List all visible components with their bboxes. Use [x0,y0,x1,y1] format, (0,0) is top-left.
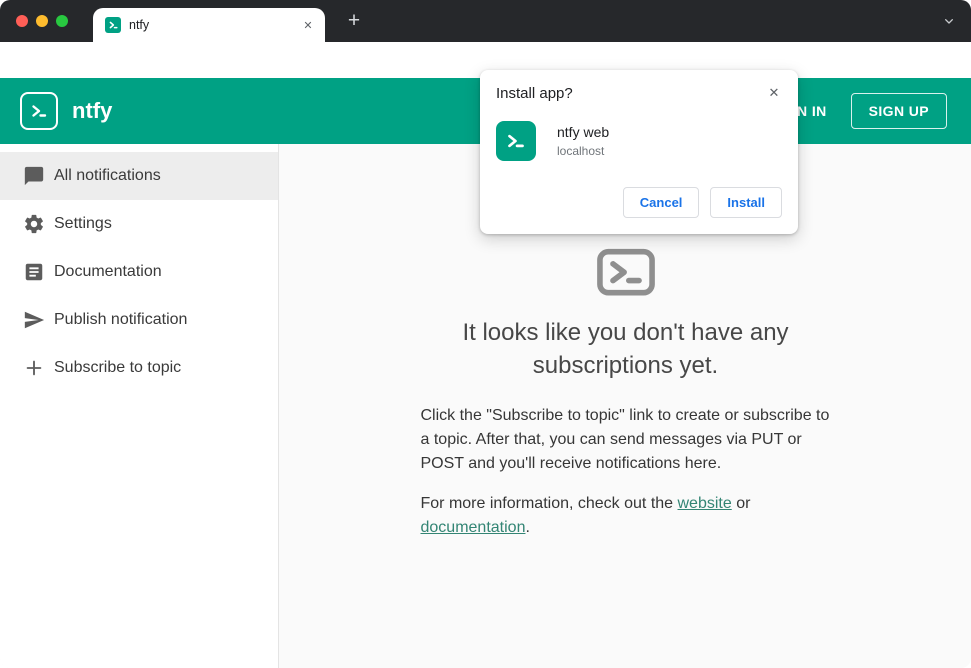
send-icon [22,308,46,332]
tab-close-icon[interactable]: ✕ [299,16,317,34]
dialog-app-origin: localhost [557,144,605,158]
dialog-close-icon[interactable]: ✕ [764,83,784,103]
documentation-link[interactable]: documentation [421,519,526,536]
dialog-buttons: Cancel Install [496,187,782,218]
more-info-suffix: . [525,519,530,536]
gear-icon [22,212,46,236]
ntfy-logo-icon [20,92,58,130]
sidebar-item-label: Publish notification [54,311,188,328]
sidebar-item-label: Subscribe to topic [54,359,182,376]
ntfy-app-icon [496,121,536,161]
browser-window: ntfy ✕ + localhost [0,0,971,668]
sidebar-item-all-notifications[interactable]: All notifications [0,152,278,200]
minimize-window-button[interactable] [36,15,48,27]
tab-strip: ntfy ✕ + [0,0,971,42]
plus-icon [22,356,46,380]
maximize-window-button[interactable] [56,15,68,27]
ntfy-terminal-logo-icon [421,248,831,302]
close-window-button[interactable] [16,15,28,27]
sidebar-item-documentation[interactable]: Documentation [0,248,278,296]
empty-state-paragraph: Click the "Subscribe to topic" link to c… [420,407,830,472]
app-title: ntfy [72,98,113,123]
book-icon [22,260,46,284]
sign-up-button[interactable]: SIGN UP [850,93,947,129]
install-button[interactable]: Install [710,187,782,218]
dialog-title: Install app? [496,85,573,102]
tab-list-chevron-down-icon[interactable] [939,11,959,31]
traffic-lights [16,15,68,27]
tab-title: ntfy [129,18,150,32]
dialog-app-name: ntfy web [557,124,610,140]
cancel-button[interactable]: Cancel [622,187,700,218]
browser-tab[interactable]: ntfy ✕ [93,8,325,42]
sidebar: All notifications Settings Documentation… [0,144,279,668]
sidebar-item-settings[interactable]: Settings [0,200,278,248]
empty-state-more-info: For more information, check out the webs… [421,492,831,540]
install-app-dialog: Install app? ✕ ntfy web localhost Cancel… [480,70,798,234]
sidebar-item-publish-notification[interactable]: Publish notification [0,296,278,344]
empty-state-heading: It looks like you don't have any subscri… [462,319,789,379]
new-tab-button[interactable]: + [340,7,368,35]
sidebar-item-label: All notifications [54,167,161,184]
sidebar-item-label: Documentation [54,263,162,280]
more-info-prefix: For more information, check out the [420,495,678,512]
sidebar-item-subscribe-to-topic[interactable]: Subscribe to topic [0,344,278,392]
sidebar-item-label: Settings [54,215,112,232]
more-info-middle: or [731,495,751,512]
ntfy-favicon-icon [105,17,121,33]
dialog-app-row: ntfy web localhost [496,121,782,161]
website-link[interactable]: website [678,495,732,512]
chat-bubble-icon [22,164,46,188]
